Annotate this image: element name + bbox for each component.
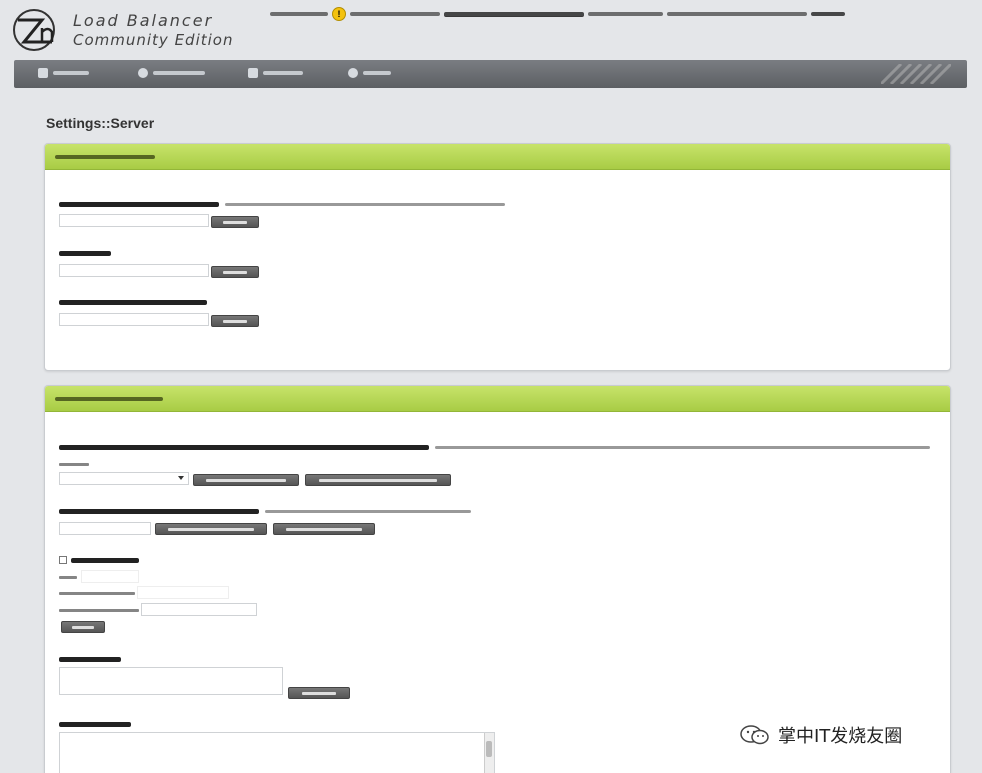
header: Load Balancer Community Edition ! bbox=[0, 0, 982, 58]
logo-title: Load Balancer bbox=[73, 11, 214, 30]
global-settings-panel bbox=[44, 143, 951, 371]
wechat-icon bbox=[740, 725, 769, 745]
local-config-panel bbox=[44, 385, 951, 773]
field-label bbox=[71, 558, 139, 563]
greeting-text bbox=[270, 12, 328, 16]
port-label bbox=[59, 576, 77, 579]
panel-title bbox=[55, 155, 155, 159]
field-label bbox=[59, 202, 505, 207]
ip-label bbox=[59, 609, 139, 612]
snmp-community-input[interactable] bbox=[137, 586, 229, 599]
rsync-params-input[interactable] bbox=[59, 313, 209, 326]
snmp-checkbox[interactable] bbox=[59, 556, 67, 564]
page-title: Settings::Server bbox=[46, 115, 155, 131]
https-port-input[interactable] bbox=[59, 522, 151, 535]
field-label bbox=[59, 445, 930, 450]
date-text bbox=[667, 12, 807, 16]
host-text bbox=[588, 12, 663, 16]
restart-gui-service-button[interactable] bbox=[273, 523, 375, 535]
panel-header bbox=[45, 144, 950, 170]
panel-title bbox=[55, 397, 163, 401]
logo-icon bbox=[13, 9, 55, 51]
ntp-server-input[interactable] bbox=[59, 264, 209, 277]
community-label bbox=[59, 592, 135, 595]
apt-repository-textarea[interactable] bbox=[59, 732, 495, 773]
nav-item-label bbox=[263, 71, 303, 75]
field-label bbox=[59, 300, 213, 305]
field-label bbox=[59, 657, 121, 662]
max-connections-input[interactable] bbox=[59, 214, 209, 227]
modify-snmp-button[interactable] bbox=[61, 621, 105, 633]
save-mgmt-ip-button[interactable] bbox=[193, 474, 299, 486]
logo-subtitle: Community Edition bbox=[73, 31, 234, 49]
scrollbar-thumb[interactable] bbox=[486, 741, 492, 757]
nav-item-label bbox=[363, 71, 391, 75]
dns-servers-textarea[interactable] bbox=[59, 667, 283, 695]
field-label bbox=[59, 251, 117, 256]
restart-mgmt-interface-button[interactable] bbox=[305, 474, 451, 486]
field-hint bbox=[59, 463, 89, 466]
mgmt-interface-select[interactable] bbox=[59, 472, 189, 485]
settings-icon bbox=[248, 68, 258, 78]
change-gui-port-button[interactable] bbox=[155, 523, 267, 535]
status-bar: ! bbox=[270, 7, 845, 21]
save-dns-button[interactable] bbox=[288, 687, 350, 699]
nav-item-label bbox=[53, 71, 89, 75]
modify-button[interactable] bbox=[211, 315, 259, 327]
nav-item-home[interactable] bbox=[38, 66, 89, 80]
logout-link[interactable] bbox=[811, 12, 845, 16]
chevron-down-icon bbox=[178, 476, 184, 480]
decor-pattern-icon bbox=[881, 64, 951, 84]
watermark-text: 掌中IT发烧友圈 bbox=[778, 726, 903, 747]
home-icon bbox=[38, 68, 48, 78]
main-nav bbox=[14, 60, 967, 88]
monitoring-icon bbox=[138, 68, 148, 78]
about-icon bbox=[348, 68, 358, 78]
snmp-ip-input[interactable] bbox=[141, 603, 257, 616]
panel-header bbox=[45, 386, 950, 412]
nav-item-about[interactable] bbox=[348, 66, 391, 80]
nav-item-monitoring[interactable] bbox=[138, 66, 205, 80]
scrollbar[interactable] bbox=[484, 733, 494, 773]
watermark: 掌中IT发烧友圈 bbox=[740, 722, 902, 748]
warning-icon: ! bbox=[332, 7, 346, 21]
snmp-port-input[interactable] bbox=[81, 570, 139, 583]
field-label bbox=[59, 509, 471, 514]
nav-item-label bbox=[153, 71, 205, 75]
modify-button[interactable] bbox=[211, 266, 259, 278]
nav-item-settings[interactable] bbox=[248, 66, 303, 80]
field-label bbox=[59, 722, 131, 727]
cluster-status-text bbox=[350, 12, 440, 16]
modify-button[interactable] bbox=[211, 216, 259, 228]
eliminate-spof-link[interactable] bbox=[444, 11, 584, 17]
